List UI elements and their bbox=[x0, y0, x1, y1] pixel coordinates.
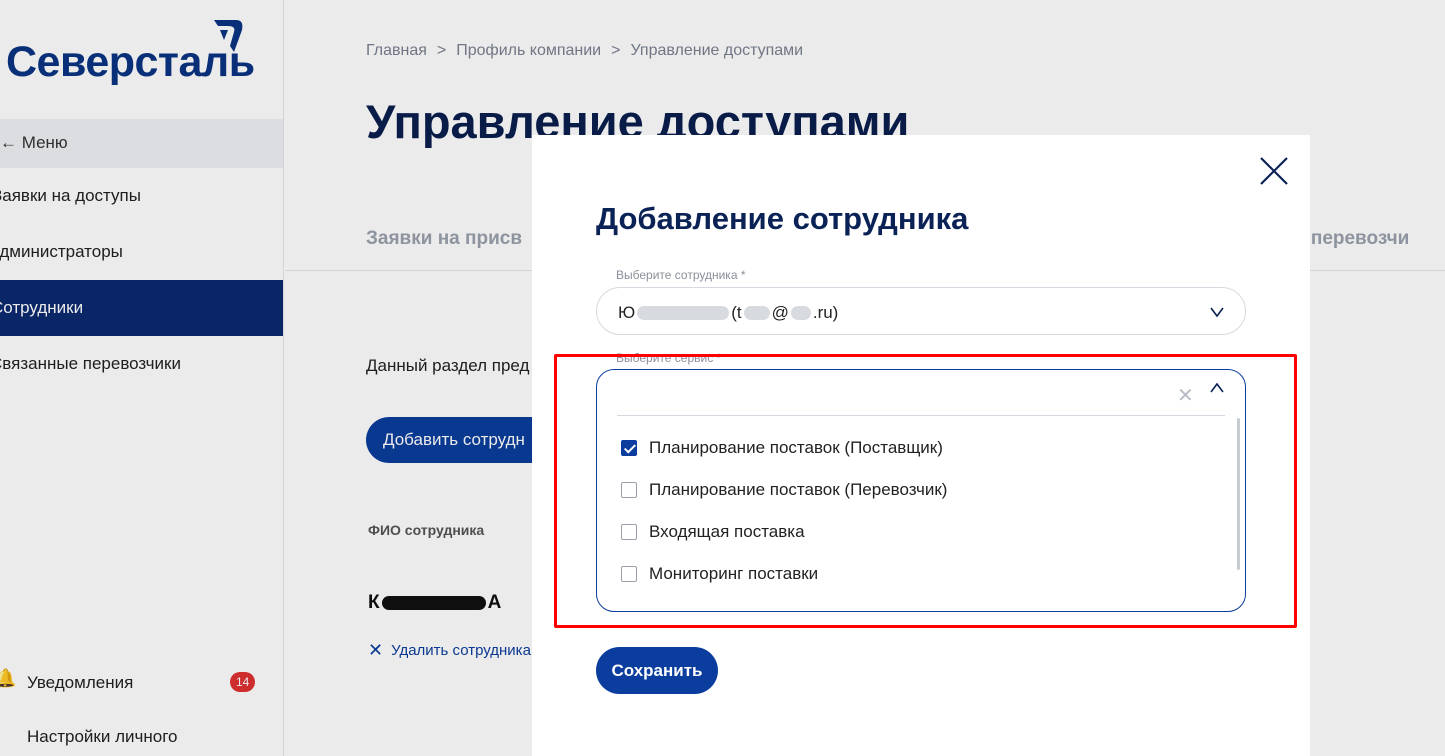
blurred-name bbox=[637, 306, 730, 320]
service-option[interactable]: Планирование поставок (Перевозчик) bbox=[621, 478, 947, 502]
service-option-label: Планирование поставок (Поставщик) bbox=[649, 438, 943, 457]
chevron-down-icon[interactable] bbox=[1209, 306, 1225, 318]
blurred-email-user bbox=[743, 306, 770, 320]
add-employee-modal: Добавление сотрудника Выберите сотрудник… bbox=[532, 135, 1310, 756]
email-at: @ bbox=[771, 303, 789, 322]
service-option[interactable]: Планирование поставок (Поставщик) bbox=[621, 436, 943, 460]
checkbox[interactable] bbox=[621, 566, 637, 582]
modal-title: Добавление сотрудника bbox=[596, 201, 969, 236]
clear-icon[interactable]: ✕ bbox=[1177, 383, 1194, 408]
checkbox[interactable] bbox=[621, 524, 637, 540]
blurred-email-domain bbox=[790, 306, 811, 320]
service-option-label: Мониторинг поставки bbox=[649, 564, 819, 583]
service-option-label: Планирование поставок (Перевозчик) bbox=[649, 480, 948, 499]
chevron-up-icon[interactable] bbox=[1209, 382, 1225, 394]
service-option[interactable]: Мониторинг поставки bbox=[621, 562, 818, 586]
employee-initial: Ю bbox=[618, 303, 636, 322]
employee-field-label: Выберите сотрудника * bbox=[616, 268, 746, 282]
checkbox[interactable] bbox=[621, 482, 637, 498]
employee-select[interactable]: Ю (t @ .ru) bbox=[596, 287, 1246, 335]
options-scrollbar[interactable] bbox=[1237, 418, 1240, 570]
email-end: .ru) bbox=[812, 303, 839, 322]
service-select[interactable]: ✕ Планирование поставок (Поставщик) План… bbox=[596, 369, 1246, 612]
service-field-label: Выберите сервис * bbox=[616, 351, 722, 365]
save-button[interactable]: Сохранить bbox=[596, 647, 718, 694]
search-divider bbox=[617, 415, 1225, 416]
employee-select-value: Ю (t @ .ru) bbox=[618, 303, 838, 323]
checkbox-checked[interactable] bbox=[621, 440, 637, 456]
service-option-label: Входящая поставка bbox=[649, 522, 805, 541]
service-option[interactable]: Входящая поставка bbox=[621, 520, 805, 544]
close-modal-icon[interactable] bbox=[1258, 155, 1290, 187]
service-search-input[interactable] bbox=[617, 380, 1157, 410]
email-start: (t bbox=[731, 303, 742, 322]
